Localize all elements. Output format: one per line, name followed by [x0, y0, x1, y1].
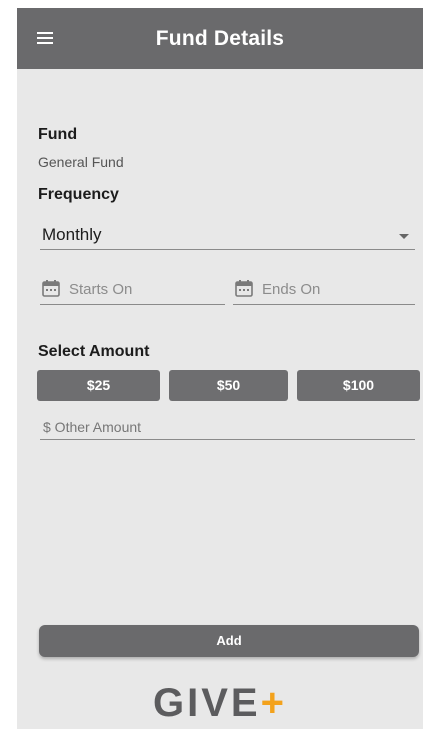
- amount-100-button[interactable]: $100: [297, 370, 420, 401]
- other-amount-placeholder: $ Other Amount: [43, 419, 142, 435]
- starts-on-placeholder: Starts On: [69, 281, 133, 298]
- fund-label: Fund: [38, 126, 78, 143]
- ends-on-field[interactable]: Ends On: [233, 278, 415, 305]
- give-plus-logo: GIVE+: [17, 681, 423, 725]
- add-button[interactable]: Add: [39, 625, 419, 657]
- page-title: Fund Details: [155, 27, 285, 50]
- logo-text: GIVE: [153, 681, 261, 725]
- frequency-select[interactable]: Monthly: [40, 222, 415, 250]
- amount-25-button[interactable]: $25: [37, 370, 160, 401]
- other-amount-field[interactable]: $ Other Amount: [40, 416, 415, 440]
- select-amount-label: Select Amount: [38, 343, 150, 360]
- frequency-selected-value: Monthly: [42, 225, 102, 244]
- starts-on-field[interactable]: Starts On: [40, 278, 225, 305]
- logo-plus: +: [260, 681, 287, 725]
- app-bar: Fund Details: [17, 8, 423, 69]
- ends-on-placeholder: Ends On: [262, 281, 321, 298]
- fund-value: General Fund: [38, 154, 124, 170]
- amount-50-button[interactable]: $50: [169, 370, 288, 401]
- screen: Fund Details Fund General Fund Frequency…: [17, 8, 423, 729]
- frequency-label: Frequency: [38, 186, 119, 203]
- calendar-icon: [235, 280, 253, 297]
- dropdown-arrow-icon: [399, 234, 409, 239]
- calendar-icon: [42, 280, 60, 297]
